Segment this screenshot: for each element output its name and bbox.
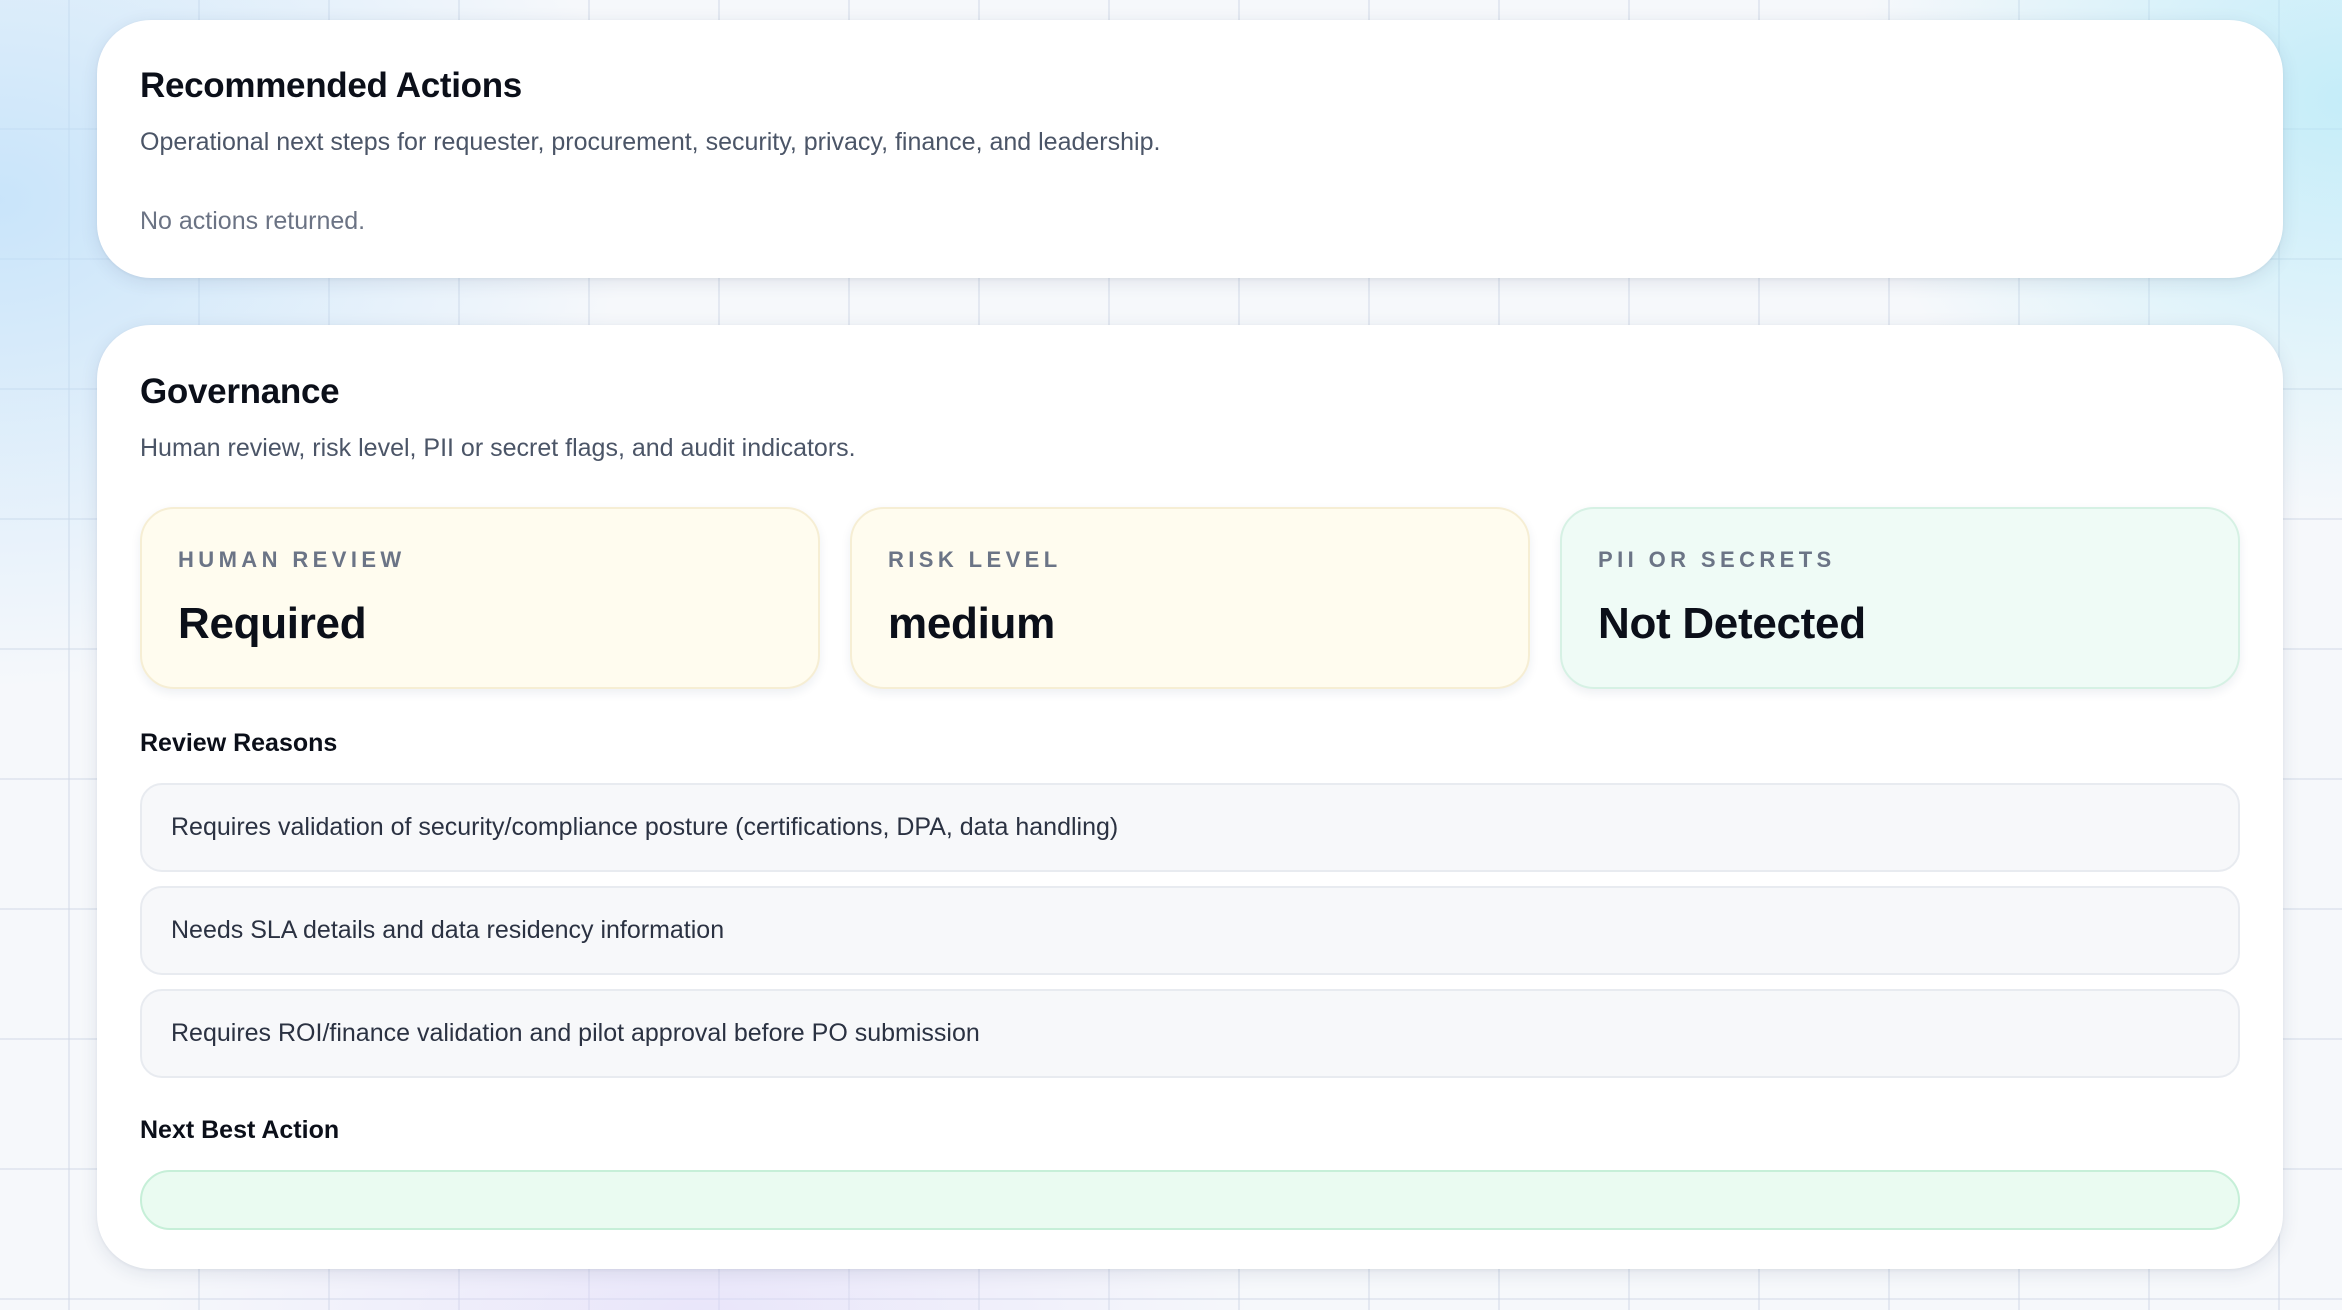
- governance-subtitle: Human review, risk level, PII or secret …: [140, 434, 856, 462]
- governance-card: Governance Human review, risk level, PII…: [97, 325, 2283, 1269]
- risk-level-value: medium: [888, 599, 1055, 648]
- pii-secrets-metric: PII OR SECRETS Not Detected: [1560, 507, 2240, 689]
- risk-level-metric: RISK LEVEL medium: [850, 507, 1530, 689]
- human-review-label: HUMAN REVIEW: [178, 547, 406, 572]
- governance-metrics: HUMAN REVIEW Required RISK LEVEL medium …: [140, 507, 2240, 689]
- review-reason-item: Needs SLA details and data residency inf…: [140, 886, 2240, 975]
- human-review-value: Required: [178, 599, 367, 648]
- review-reason-item: Requires ROI/finance validation and pilo…: [140, 989, 2240, 1078]
- governance-title: Governance: [140, 372, 340, 411]
- pii-secrets-value: Not Detected: [1598, 599, 1866, 648]
- risk-level-label: RISK LEVEL: [888, 547, 1062, 572]
- next-best-action-heading: Next Best Action: [140, 1116, 340, 1144]
- next-best-action-box: [140, 1170, 2240, 1230]
- recommended-actions-title: Recommended Actions: [140, 66, 522, 105]
- pii-secrets-label: PII OR SECRETS: [1598, 547, 1836, 572]
- recommended-actions-card: Recommended Actions Operational next ste…: [97, 20, 2283, 278]
- recommended-actions-empty-message: No actions returned.: [140, 207, 366, 235]
- review-reasons-list: Requires validation of security/complian…: [140, 783, 2240, 1078]
- human-review-metric: HUMAN REVIEW Required: [140, 507, 820, 689]
- review-reasons-heading: Review Reasons: [140, 729, 338, 757]
- recommended-actions-subtitle: Operational next steps for requester, pr…: [140, 128, 1161, 156]
- review-reason-item: Requires validation of security/complian…: [140, 783, 2240, 872]
